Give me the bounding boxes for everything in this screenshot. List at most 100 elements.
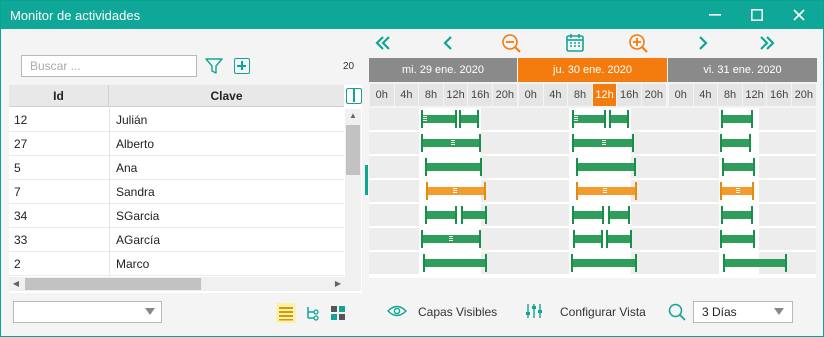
- scroll-left-icon[interactable]: ◀: [9, 277, 23, 291]
- table-row[interactable]: 5 Ana: [9, 156, 344, 180]
- range-select[interactable]: 3 Días: [693, 301, 793, 323]
- activity-bar[interactable]: [609, 110, 629, 128]
- bar-end-cap: [785, 254, 787, 272]
- search-input[interactable]: [21, 55, 197, 77]
- double-chevron-right-icon[interactable]: [757, 33, 777, 53]
- hour-label: 20h: [493, 84, 517, 106]
- activity-bar[interactable]: [572, 110, 606, 128]
- list-view-button[interactable]: [276, 303, 296, 323]
- cell-clave: Marco: [109, 252, 149, 276]
- activity-bar[interactable]: [722, 158, 755, 176]
- column-header-clave[interactable]: Clave: [109, 85, 344, 107]
- scroll-up-icon[interactable]: ▲: [345, 109, 361, 123]
- bar-end-cap: [635, 182, 637, 200]
- activity-bar[interactable]: [461, 206, 487, 224]
- activity-bar[interactable]: [425, 158, 482, 176]
- activity-bar[interactable]: [425, 206, 457, 224]
- activity-bar[interactable]: [421, 230, 481, 248]
- group-select[interactable]: [13, 301, 162, 323]
- bar-start-cap: [573, 230, 575, 248]
- zoom-out-icon[interactable]: [500, 33, 522, 53]
- close-button[interactable]: [779, 1, 819, 29]
- activity-bar[interactable]: [573, 230, 603, 248]
- bar-marker: [736, 188, 740, 194]
- activity-bar[interactable]: [426, 182, 486, 200]
- calendar-icon[interactable]: [564, 33, 586, 53]
- bar-start-cap: [425, 158, 427, 176]
- activity-bar[interactable]: [576, 182, 637, 200]
- tree-view-button[interactable]: [303, 303, 323, 323]
- gantt-row[interactable]: [369, 204, 816, 226]
- filter-icon[interactable]: [205, 57, 223, 75]
- splitter-handle[interactable]: [365, 165, 368, 195]
- activity-bar[interactable]: [572, 134, 634, 152]
- bar-end-cap: [480, 158, 482, 176]
- bar-end-cap: [455, 110, 457, 128]
- table-row[interactable]: 33 AGarcía: [9, 228, 344, 252]
- hour-label: 12h: [443, 84, 468, 106]
- chevron-left-icon[interactable]: [438, 33, 458, 53]
- activity-bar[interactable]: [606, 230, 632, 248]
- table-row[interactable]: 27 Alberto: [9, 132, 344, 156]
- scroll-thumb[interactable]: [346, 125, 360, 175]
- column-header-id[interactable]: Id: [9, 85, 109, 107]
- gantt-row[interactable]: [369, 132, 816, 154]
- bar-start-cap: [723, 254, 725, 272]
- activity-bar[interactable]: [723, 254, 787, 272]
- scroll-thumb[interactable]: [25, 278, 201, 290]
- double-chevron-left-icon[interactable]: [373, 33, 393, 53]
- table-row[interactable]: 2 Marco: [9, 252, 344, 276]
- vertical-scrollbar[interactable]: ▲ ▼: [345, 109, 361, 287]
- table-row[interactable]: 7 Sandra: [9, 180, 344, 204]
- day-header-active[interactable]: ju. 30 ene. 2020: [518, 58, 667, 82]
- gantt-row[interactable]: [369, 228, 816, 250]
- activity-bar[interactable]: [720, 182, 754, 200]
- cell-clave: Sandra: [109, 180, 155, 204]
- activity-bar[interactable]: [421, 134, 481, 152]
- visible-layers-button[interactable]: Capas Visibles: [418, 305, 497, 319]
- bar-end-cap: [601, 230, 603, 248]
- activity-bar[interactable]: [459, 110, 479, 128]
- bar-start-cap: [576, 182, 578, 200]
- activity-bar[interactable]: [721, 110, 753, 128]
- horizontal-scrollbar[interactable]: ◀ ▶: [9, 277, 361, 291]
- gantt-row[interactable]: [369, 180, 816, 202]
- activity-bar[interactable]: [608, 206, 630, 224]
- activity-bar[interactable]: [571, 254, 637, 272]
- maximize-button[interactable]: [737, 1, 777, 29]
- add-icon[interactable]: [234, 58, 250, 74]
- column-chooser-icon[interactable]: [346, 88, 362, 104]
- activity-bar[interactable]: [720, 134, 751, 152]
- gantt-row[interactable]: [369, 156, 816, 178]
- configure-view-button[interactable]: Configurar Vista: [560, 305, 646, 319]
- activity-bar[interactable]: [572, 206, 604, 224]
- bar-end-cap: [477, 110, 479, 128]
- activity-bar[interactable]: [576, 158, 636, 176]
- hour-label: 4h: [394, 84, 419, 106]
- scroll-right-icon[interactable]: ▶: [331, 277, 345, 291]
- chevron-right-icon[interactable]: [693, 33, 713, 53]
- day-header[interactable]: vi. 31 ene. 2020: [668, 58, 817, 82]
- sliders-icon[interactable]: [525, 303, 543, 319]
- activity-monitor-window: Monitor de actividades 20 Id Clave 12 Ju…: [0, 0, 824, 337]
- bar-start-cap: [606, 230, 608, 248]
- grid-view-button[interactable]: [328, 303, 348, 323]
- gantt-row[interactable]: [369, 252, 816, 274]
- activity-bar[interactable]: [421, 110, 457, 128]
- gantt-row[interactable]: [369, 108, 816, 130]
- table-row[interactable]: 12 Julián: [9, 108, 344, 132]
- cell-id: 7: [14, 185, 21, 199]
- table-row[interactable]: 34 SGarcia: [9, 204, 344, 228]
- bar-start-cap: [423, 254, 425, 272]
- record-count: 20: [343, 61, 355, 72]
- bar-start-cap: [421, 134, 423, 152]
- search-icon[interactable]: [668, 303, 686, 321]
- minimize-button[interactable]: [695, 1, 735, 29]
- eye-icon[interactable]: [387, 304, 407, 318]
- activity-bar[interactable]: [721, 206, 753, 224]
- day-header[interactable]: mi. 29 ene. 2020: [369, 58, 517, 82]
- activity-bar[interactable]: [423, 254, 487, 272]
- zoom-in-icon[interactable]: [627, 33, 649, 53]
- bar-start-cap: [572, 206, 574, 224]
- activity-bar[interactable]: [720, 230, 755, 248]
